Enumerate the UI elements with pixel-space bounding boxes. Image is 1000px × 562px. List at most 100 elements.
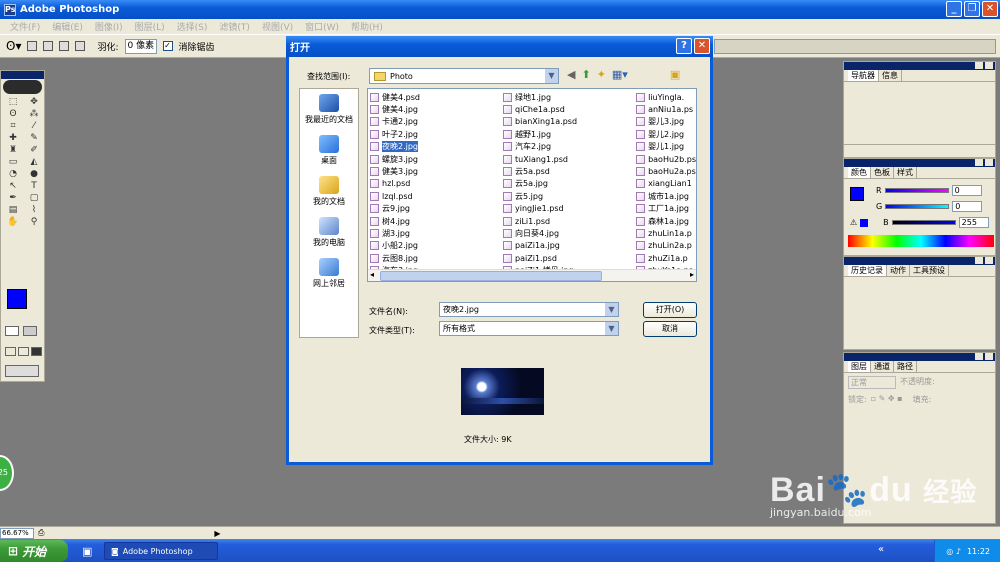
close-button[interactable]: ✕ xyxy=(982,1,998,17)
healing-brush-icon[interactable]: ✚ xyxy=(3,133,23,144)
file-item[interactable]: ziLi1.psd xyxy=(503,215,636,227)
file-item[interactable]: 云图8.jpg xyxy=(370,252,503,264)
scrollbar-thumb[interactable] xyxy=(380,271,602,281)
dialog-close-button[interactable]: ✕ xyxy=(694,38,710,54)
chevron-down-icon[interactable]: ▼ xyxy=(605,322,618,335)
zoom-slider[interactable] xyxy=(844,144,995,156)
file-item[interactable]: yingJie1.psd xyxy=(503,203,636,215)
file-item[interactable]: 工厂1a.jpg xyxy=(636,203,696,215)
place-recent[interactable]: 我最近的文档 xyxy=(300,89,358,130)
open-button[interactable]: 打开(O) xyxy=(643,302,697,318)
look-in-combo[interactable]: Photo ▼ xyxy=(369,68,559,84)
intersect-selection-icon[interactable] xyxy=(75,41,86,51)
history-brush-icon[interactable]: ✐ xyxy=(24,145,44,156)
crop-tool-icon[interactable]: ⌗ xyxy=(3,121,23,132)
file-item[interactable]: 健美3.jpg xyxy=(370,165,503,177)
place-network[interactable]: 网上邻居 xyxy=(300,253,358,294)
menu-filter[interactable]: 滤镜(T) xyxy=(213,20,256,33)
file-item[interactable]: 健美4.psd xyxy=(370,91,503,103)
eraser-tool-icon[interactable]: ▭ xyxy=(3,157,23,168)
pen-tool-icon[interactable]: ✒ xyxy=(3,193,23,204)
shape-tool-icon[interactable]: ▢ xyxy=(24,193,44,204)
panel-close-icon[interactable] xyxy=(985,159,993,166)
file-item[interactable]: zhuLin1a.p xyxy=(636,227,696,239)
file-item[interactable]: anNiu1a.ps xyxy=(636,103,696,115)
file-item[interactable]: baoHu2a.ps xyxy=(636,165,696,177)
tab-info[interactable]: 信息 xyxy=(879,70,902,81)
file-item[interactable]: 婴儿1.jpg xyxy=(636,141,696,153)
brush-tool-icon[interactable]: ✎ xyxy=(24,133,44,144)
file-item[interactable]: zhuLin2a.p xyxy=(636,240,696,252)
new-folder-icon[interactable]: ✦ xyxy=(597,68,606,81)
panel-minimize-icon[interactable] xyxy=(975,353,983,360)
folder-tree-icon[interactable]: ▣ xyxy=(670,68,680,81)
panel-close-icon[interactable] xyxy=(985,353,993,360)
file-item[interactable]: liuYingla. xyxy=(636,91,696,103)
file-item[interactable]: 小船2.jpg xyxy=(370,240,503,252)
tray-icons[interactable]: ◎ ♪ xyxy=(946,547,961,556)
zoom-tool-icon[interactable]: ⚲ xyxy=(24,217,44,228)
cancel-button[interactable]: 取消 xyxy=(643,321,697,337)
b-slider[interactable] xyxy=(891,220,956,225)
file-item[interactable]: 森林1a.jpg xyxy=(636,215,696,227)
imageready-jump-icon[interactable] xyxy=(5,365,39,377)
taskbar-photoshop[interactable]: ◙ Adobe Photoshop xyxy=(104,542,218,560)
file-item[interactable]: 婴儿3.jpg xyxy=(636,116,696,128)
dodge-tool-icon[interactable]: ● xyxy=(24,169,44,180)
file-item[interactable]: 健美4.jpg xyxy=(370,103,503,115)
r-slider[interactable] xyxy=(884,188,949,193)
standard-mode-icon[interactable] xyxy=(5,326,19,336)
file-item[interactable]: 树4.jpg xyxy=(370,215,503,227)
quickmask-mode-icon[interactable] xyxy=(23,326,37,336)
taskbar-expand-icon[interactable]: « xyxy=(878,544,884,555)
file-item[interactable]: paiZi1a.jpg xyxy=(503,240,636,252)
file-item[interactable]: 湖3.jpg xyxy=(370,227,503,239)
file-item[interactable]: 云5a.jpg xyxy=(503,178,636,190)
file-item[interactable]: 向日葵4.jpg xyxy=(503,227,636,239)
file-item[interactable]: hzl.psd xyxy=(370,178,503,190)
lasso-tool-icon[interactable]: ʘ xyxy=(3,109,23,120)
file-item[interactable]: 越野1.jpg xyxy=(503,128,636,140)
menu-window[interactable]: 窗口(W) xyxy=(299,20,345,33)
file-item[interactable]: 云5a.psd xyxy=(503,165,636,177)
file-item[interactable]: 云9.jpg xyxy=(370,203,503,215)
blur-tool-icon[interactable]: ◔ xyxy=(3,169,23,180)
quicklaunch-icon[interactable]: ▣ xyxy=(82,545,92,558)
tab-tool-presets[interactable]: 工具预设 xyxy=(910,265,949,276)
b-value[interactable]: 255 xyxy=(958,217,989,228)
stamp-tool-icon[interactable]: ♜ xyxy=(3,145,23,156)
panel-close-icon[interactable] xyxy=(985,62,993,69)
move-tool-icon[interactable]: ✥ xyxy=(24,97,44,108)
scroll-left-icon[interactable]: ◂ xyxy=(370,270,374,279)
file-item[interactable]: 螺旋3.jpg xyxy=(370,153,503,165)
restore-button[interactable]: ❐ xyxy=(964,1,980,17)
bucket-tool-icon[interactable]: ◭ xyxy=(24,157,44,168)
file-item[interactable]: 叶子2.jpg xyxy=(370,128,503,140)
place-desktop[interactable]: 桌面 xyxy=(300,130,358,171)
type-tool-icon[interactable]: T xyxy=(24,181,44,192)
minimize-button[interactable]: _ xyxy=(946,1,962,17)
file-item[interactable]: 绿地1.jpg xyxy=(503,91,636,103)
up-folder-icon[interactable]: ⬆ xyxy=(581,68,590,81)
g-slider[interactable] xyxy=(885,204,950,209)
file-list[interactable]: 健美4.psd 健美4.jpg 卡通2.jpg 叶子2.jpg 夜晚2.jpg 螺旋3.j… xyxy=(367,88,697,282)
start-button[interactable]: ⊞ 开始 xyxy=(0,540,68,562)
menu-select[interactable]: 选择(S) xyxy=(171,20,214,33)
file-item[interactable]: 汽车2.jpg xyxy=(503,141,636,153)
panel-minimize-icon[interactable] xyxy=(975,62,983,69)
menu-edit[interactable]: 编辑(E) xyxy=(46,20,89,33)
new-selection-icon[interactable] xyxy=(27,41,38,51)
tab-actions[interactable]: 动作 xyxy=(887,265,910,276)
panel-minimize-icon[interactable] xyxy=(975,257,983,264)
menu-view[interactable]: 视图(V) xyxy=(256,20,299,33)
tab-color[interactable]: 颜色 xyxy=(848,167,871,178)
add-selection-icon[interactable] xyxy=(43,41,54,51)
filetype-select[interactable]: 所有格式 ▼ xyxy=(439,321,619,336)
status-arrow-icon[interactable]: ▶ xyxy=(214,529,220,538)
file-item[interactable]: tuXiang1.psd xyxy=(503,153,636,165)
view-menu-icon[interactable]: ▦▾ xyxy=(612,68,628,81)
tab-styles[interactable]: 样式 xyxy=(894,167,917,178)
file-item[interactable]: zhuZi1a.p xyxy=(636,252,696,264)
magic-wand-icon[interactable]: ⁂ xyxy=(24,109,44,120)
tab-history[interactable]: 历史记录 xyxy=(848,265,887,276)
